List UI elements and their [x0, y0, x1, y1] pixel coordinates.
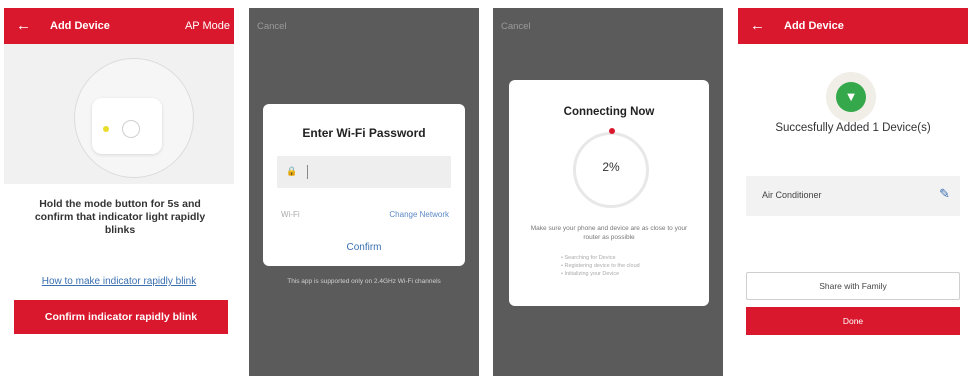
password-input[interactable]: 🔒 — [277, 156, 451, 188]
wifi-password-screen: Cancel Enter Wi-Fi Password 🔒 Wi-Fi Chan… — [249, 8, 479, 376]
lock-icon: 🔒 — [286, 166, 298, 176]
proximity-message: Make sure your phone and device are as c… — [530, 225, 688, 241]
page-title: Add Device — [50, 20, 110, 32]
header-bar: ← Add Device — [738, 8, 968, 44]
success-wifi-icon: ▼ — [836, 82, 866, 112]
page-title: Add Device — [784, 20, 844, 32]
connecting-screen: Cancel Connecting Now 2% Make sure your … — [493, 8, 723, 376]
progress-indicator-dot — [609, 128, 615, 134]
connection-steps: • Searching for Device • Registering dev… — [561, 254, 701, 278]
step-item: • Initializing your Device — [561, 271, 620, 277]
device-illustration — [4, 44, 234, 184]
wifi-label: Wi-Fi — [281, 210, 300, 219]
cancel-button[interactable]: Cancel — [501, 21, 531, 32]
dialog-title: Enter Wi-Fi Password — [302, 126, 426, 140]
header-bar: ← Add Device AP Mode — [4, 8, 234, 44]
confirm-blink-button[interactable]: Confirm indicator rapidly blink — [14, 300, 228, 334]
connecting-title: Connecting Now — [563, 106, 655, 118]
wifi-note: This app is supported only on 2.4GHz Wi-… — [287, 278, 441, 285]
add-device-ap-screen: ← Add Device AP Mode Hold the mode butto… — [4, 8, 234, 376]
step-label: Initializing your Device — [564, 271, 620, 277]
help-link[interactable]: How to make indicator rapidly blink — [4, 276, 234, 287]
text-caret — [307, 165, 308, 179]
step-item: • Registering device to the cloud — [561, 263, 640, 269]
edit-pencil-icon[interactable]: ✎ — [939, 186, 950, 202]
mode-button-icon — [122, 120, 140, 138]
success-message: Succesfully Added 1 Device(s) — [775, 122, 931, 134]
device-row[interactable]: Air Conditioner ✎ — [746, 176, 960, 216]
wifi-password-dialog: Enter Wi-Fi Password 🔒 Wi-Fi Change Netw… — [263, 104, 465, 266]
step-item: • Searching for Device — [561, 255, 616, 261]
progress-percent: 2% — [602, 160, 620, 174]
share-with-family-button[interactable]: Share with Family — [746, 272, 960, 300]
done-button[interactable]: Done — [746, 307, 960, 335]
change-network-link[interactable]: Change Network — [389, 210, 449, 219]
ap-mode-link[interactable]: AP Mode — [185, 20, 230, 32]
back-arrow-icon[interactable]: ← — [16, 17, 31, 34]
instruction-text: Hold the mode button for 5s and confirm … — [34, 198, 206, 236]
step-label: Registering device to the cloud — [564, 263, 640, 269]
device-name: Air Conditioner — [762, 190, 822, 200]
connecting-dialog: Connecting Now 2% Make sure your phone a… — [509, 80, 709, 306]
add-device-success-screen: ← Add Device ▼ Succesfully Added 1 Devic… — [738, 8, 968, 376]
cancel-button[interactable]: Cancel — [257, 21, 287, 32]
confirm-button[interactable]: Confirm — [263, 242, 465, 253]
back-arrow-icon[interactable]: ← — [750, 17, 765, 34]
step-label: Searching for Device — [564, 255, 616, 261]
indicator-light-icon — [103, 126, 109, 132]
